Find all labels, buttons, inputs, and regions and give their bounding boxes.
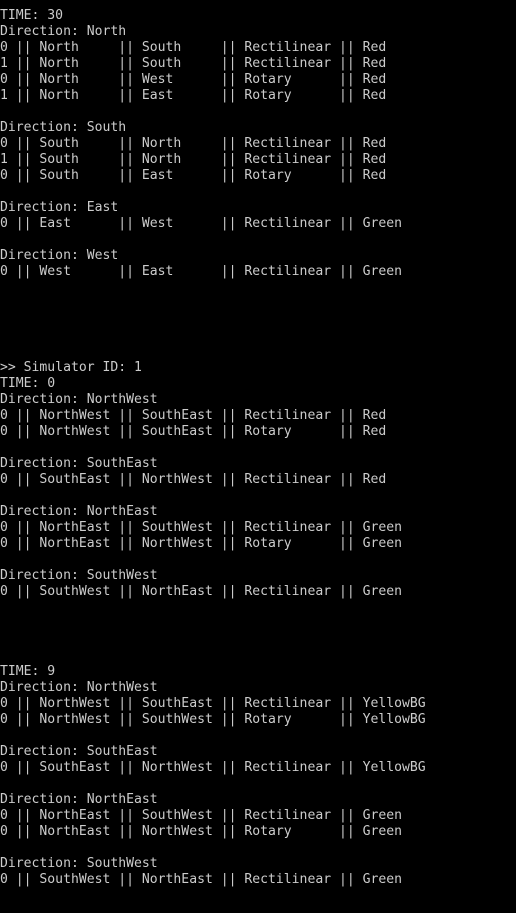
console-line: Direction: NorthEast [0,792,158,807]
console-line: 0 || NorthWest || SouthEast || Rotary ||… [0,424,387,439]
console-line: 1 || South || North || Rectilinear || Re… [0,152,387,167]
console-line: Direction: NorthEast [0,504,158,519]
console-line: Direction: SouthWest [0,568,158,583]
console-line: Direction: SouthEast [0,456,158,471]
console-line: 0 || SouthWest || NorthEast || Rectiline… [0,872,403,887]
console-line: 0 || SouthWest || NorthEast || Rectiline… [0,584,403,599]
console-line: TIME: 9 [0,664,56,679]
console-line: 0 || SouthEast || NorthWest || Rectiline… [0,472,387,487]
console-line: 0 || NorthEast || SouthWest || Rectiline… [0,520,403,535]
console-line: 1 || North || South || Rectilinear || Re… [0,56,387,71]
console-line: 0 || NorthWest || SouthWest || Rotary ||… [0,712,426,727]
console-line: 0 || North || West || Rotary || Red [0,72,387,87]
console-line: Direction: NorthWest [0,680,158,695]
console-line: 0 || NorthEast || NorthWest || Rotary ||… [0,824,403,839]
console-line: 0 || North || South || Rectilinear || Re… [0,40,387,55]
console-line: 1 || North || East || Rotary || Red [0,88,387,103]
console-line: 0 || South || East || Rotary || Red [0,168,387,183]
console-line: 0 || NorthWest || SouthEast || Rectiline… [0,408,387,423]
console-line: Direction: South [0,120,127,135]
console-line: 0 || South || North || Rectilinear || Re… [0,136,387,151]
console-line: Direction: SouthEast [0,744,158,759]
console-line: Direction: SouthWest [0,856,158,871]
console-line: Direction: East [0,200,119,215]
console-line: 0 || East || West || Rectilinear || Gree… [0,216,403,231]
console-output[interactable]: TIME: 30 Direction: North 0 || North || So… [0,0,516,913]
console-line: 0 || NorthEast || SouthWest || Rectiline… [0,808,403,823]
console-line: Direction: North [0,24,127,39]
console-line: 0 || NorthWest || SouthEast || Rectiline… [0,696,426,711]
console-line: TIME: 30 [0,8,64,23]
console-line: Direction: NorthWest [0,392,158,407]
console-line: TIME: 0 [0,376,56,391]
console-line: 0 || West || East || Rectilinear || Gree… [0,264,403,279]
console-line: Direction: West [0,248,119,263]
console-line: 0 || NorthEast || NorthWest || Rotary ||… [0,536,403,551]
console-line: >> Simulator ID: 1 [0,360,142,375]
console-line: 0 || SouthEast || NorthWest || Rectiline… [0,760,426,775]
